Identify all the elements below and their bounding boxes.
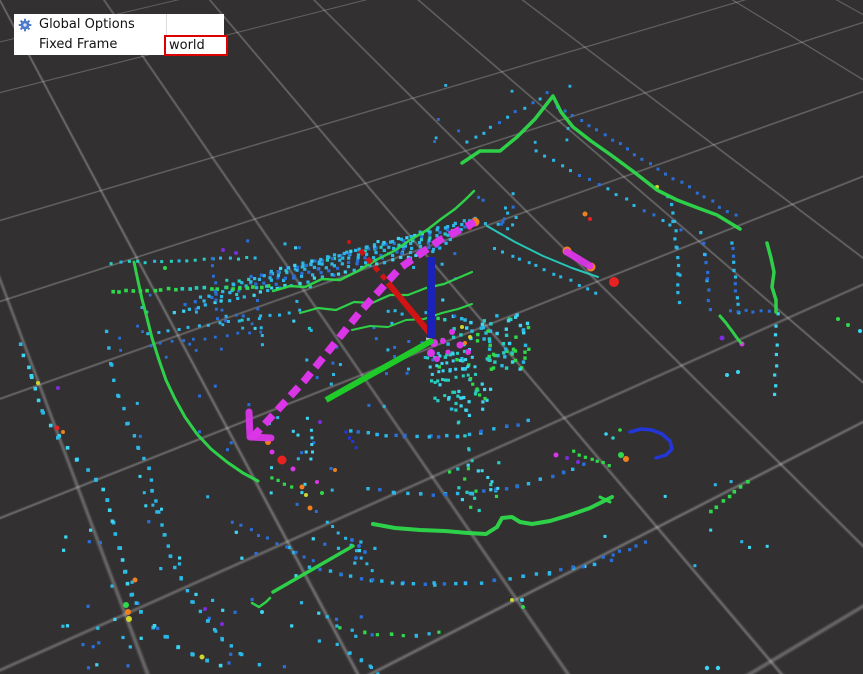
gear-icon (18, 18, 32, 32)
3d-viewport[interactable] (0, 0, 863, 674)
global-options-panel: Global Options Fixed Frame world (14, 14, 228, 56)
fixed-frame-value[interactable]: world (164, 35, 228, 56)
global-options-label: Global Options (39, 17, 135, 32)
rviz-window: Global Options Fixed Frame world (0, 0, 863, 674)
fixed-frame-label: Fixed Frame (39, 37, 118, 52)
fixed-frame-row[interactable]: Fixed Frame world (14, 35, 228, 56)
global-options-row[interactable]: Global Options (14, 15, 224, 35)
y-axis (324, 337, 435, 403)
pointcloud-layer (18, 84, 862, 674)
